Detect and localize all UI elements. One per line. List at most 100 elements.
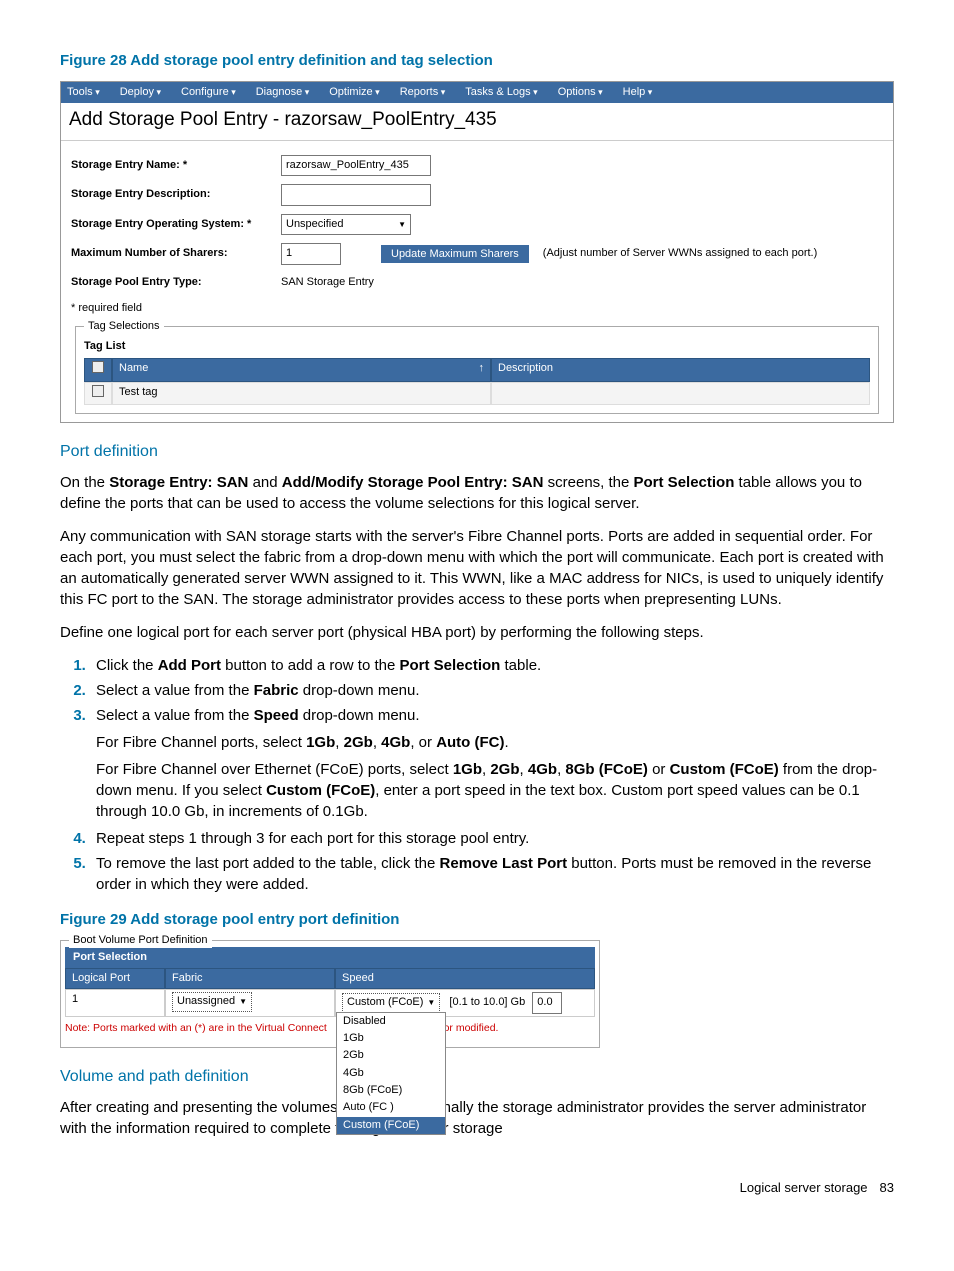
tag-row-checkbox[interactable] [84,382,112,405]
menu-help[interactable]: Help [623,85,653,100]
text: , or [410,734,436,751]
port-def-para-3: Define one logical port for each server … [60,622,894,643]
tag-table-header: Name ↑ Description [84,358,870,381]
port-def-para-2: Any communication with SAN storage start… [60,526,894,610]
chevron-down-icon: ▼ [239,996,247,1007]
cell-logical-port: 1 [65,989,165,1016]
menu-tasks-logs[interactable]: Tasks & Logs [465,85,537,100]
text: Click the [96,657,158,674]
chevron-down-icon: ▼ [427,997,435,1008]
text-bold: Add Port [158,657,221,674]
text: , [373,734,381,751]
speed-select[interactable]: Custom (FCoE) ▼ [342,993,440,1012]
text-bold: 2Gb [344,734,373,751]
speed-option[interactable]: 4Gb [337,1065,445,1082]
text: , [520,761,528,778]
input-entry-desc[interactable] [281,184,431,205]
tag-row-desc [491,382,870,405]
port-row: 1 Unassigned ▼ Custom (FCoE) ▼ [0.1 to 1… [65,989,595,1016]
step-5: To remove the last port added to the tab… [90,853,894,895]
text: For Fibre Channel ports, select [96,734,306,751]
text: To remove the last port added to the tab… [96,855,440,872]
value-entry-type: SAN Storage Entry [281,275,374,290]
tag-selections-fieldset: Tag Selections Tag List Name ↑ Descripti… [75,326,879,414]
required-note: * required field [71,301,883,316]
input-entry-name[interactable]: razorsaw_PoolEntry_435 [281,155,431,176]
select-entry-os[interactable]: Unspecified ▼ [281,214,411,235]
text-bold: 4Gb [528,761,557,778]
figure-29-title: Figure 29 Add storage pool entry port de… [60,909,894,930]
screenshot-add-storage-pool: Tools Deploy Configure Diagnose Optimize… [60,81,894,423]
menu-configure[interactable]: Configure [181,85,236,100]
menu-reports[interactable]: Reports [400,85,446,100]
tag-header-name-text: Name [119,361,148,378]
speed-option[interactable]: 8Gb (FCoE) [337,1082,445,1099]
checkbox-icon [92,361,104,373]
col-logical-port[interactable]: Logical Port [65,968,165,989]
fabric-select-value: Unassigned [177,994,235,1009]
tag-header-desc[interactable]: Description [491,358,870,381]
port-selection-columns: Logical Port Fabric Speed [65,968,595,989]
app-menubar: Tools Deploy Configure Diagnose Optimize… [61,82,893,103]
menu-optimize[interactable]: Optimize [329,85,379,100]
speed-value-input[interactable]: 0.0 [532,992,562,1013]
text: . [505,734,509,751]
label-max-sharers: Maximum Number of Sharers: [71,246,281,261]
sort-up-icon: ↑ [479,361,485,378]
label-entry-type: Storage Pool Entry Type: [71,275,281,290]
fabric-select[interactable]: Unassigned ▼ [172,992,252,1011]
footer-page: 83 [880,1179,894,1197]
text-bold: Storage Entry: SAN [109,474,248,491]
input-max-sharers[interactable]: 1 [281,243,341,264]
text-bold: 1Gb [453,761,482,778]
chevron-down-icon: ▼ [398,219,406,230]
text-bold: 4Gb [381,734,410,751]
screenshot-port-definition: Boot Volume Port Definition Port Selecti… [60,940,600,1049]
tag-row[interactable]: Test tag [84,382,870,405]
tag-list-title: Tag List [84,339,870,354]
menu-diagnose[interactable]: Diagnose [256,85,310,100]
col-fabric[interactable]: Fabric [165,968,335,989]
text-bold: Speed [254,707,299,724]
steps-list: Click the Add Port button to add a row t… [64,655,894,895]
menu-options[interactable]: Options [558,85,603,100]
tag-header-checkbox[interactable] [84,358,112,381]
figure-28-title: Figure 28 Add storage pool entry definit… [60,50,894,71]
step-3-fc-note: For Fibre Channel ports, select 1Gb, 2Gb… [96,732,894,753]
text-bold: Fabric [254,682,299,699]
speed-dropdown-list[interactable]: Disabled 1Gb 2Gb 4Gb 8Gb (FCoE) Auto (FC… [336,1012,446,1136]
text: Select a value from the [96,707,254,724]
update-max-sharers-button[interactable]: Update Maximum Sharers [381,245,529,263]
speed-option-selected[interactable]: Custom (FCoE) [337,1117,445,1134]
text: Select a value from the [96,682,254,699]
text: table. [500,657,541,674]
speed-option[interactable]: Disabled [337,1013,445,1030]
form-area: Storage Entry Name: * razorsaw_PoolEntry… [61,141,893,422]
footer-label: Logical server storage [740,1179,868,1197]
volume-path-para: After creating and presenting the volume… [60,1097,894,1139]
volume-path-heading: Volume and path definition [60,1066,894,1088]
step-3: Select a value from the Speed drop-down … [90,705,894,822]
menu-tools[interactable]: Tools [67,85,100,100]
text: On the [60,474,109,491]
speed-option[interactable]: 1Gb [337,1030,445,1047]
tag-header-name[interactable]: Name ↑ [112,358,491,381]
speed-select-value: Custom (FCoE) [347,995,423,1010]
menu-deploy[interactable]: Deploy [120,85,161,100]
text-bold: 1Gb [306,734,335,751]
text: or [648,761,670,778]
step-3-fcoe-note: For Fibre Channel over Ethernet (FCoE) p… [96,759,894,822]
boot-volume-legend: Boot Volume Port Definition [69,933,212,948]
col-speed[interactable]: Speed [335,968,595,989]
label-entry-name: Storage Entry Name: * [71,158,281,173]
text-bold: Add/Modify Storage Pool Entry: SAN [282,474,544,491]
text-bold: 8Gb (FCoE) [565,761,648,778]
adjust-note: (Adjust number of Server WWNs assigned t… [543,246,818,261]
speed-option[interactable]: 2Gb [337,1047,445,1064]
speed-option[interactable]: Auto (FC ) [337,1099,445,1116]
text: button to add a row to the [221,657,399,674]
label-entry-os: Storage Entry Operating System: * [71,217,281,232]
step-4: Repeat steps 1 through 3 for each port f… [90,828,894,849]
tag-selections-legend: Tag Selections [84,319,164,334]
step-2: Select a value from the Fabric drop-down… [90,680,894,701]
